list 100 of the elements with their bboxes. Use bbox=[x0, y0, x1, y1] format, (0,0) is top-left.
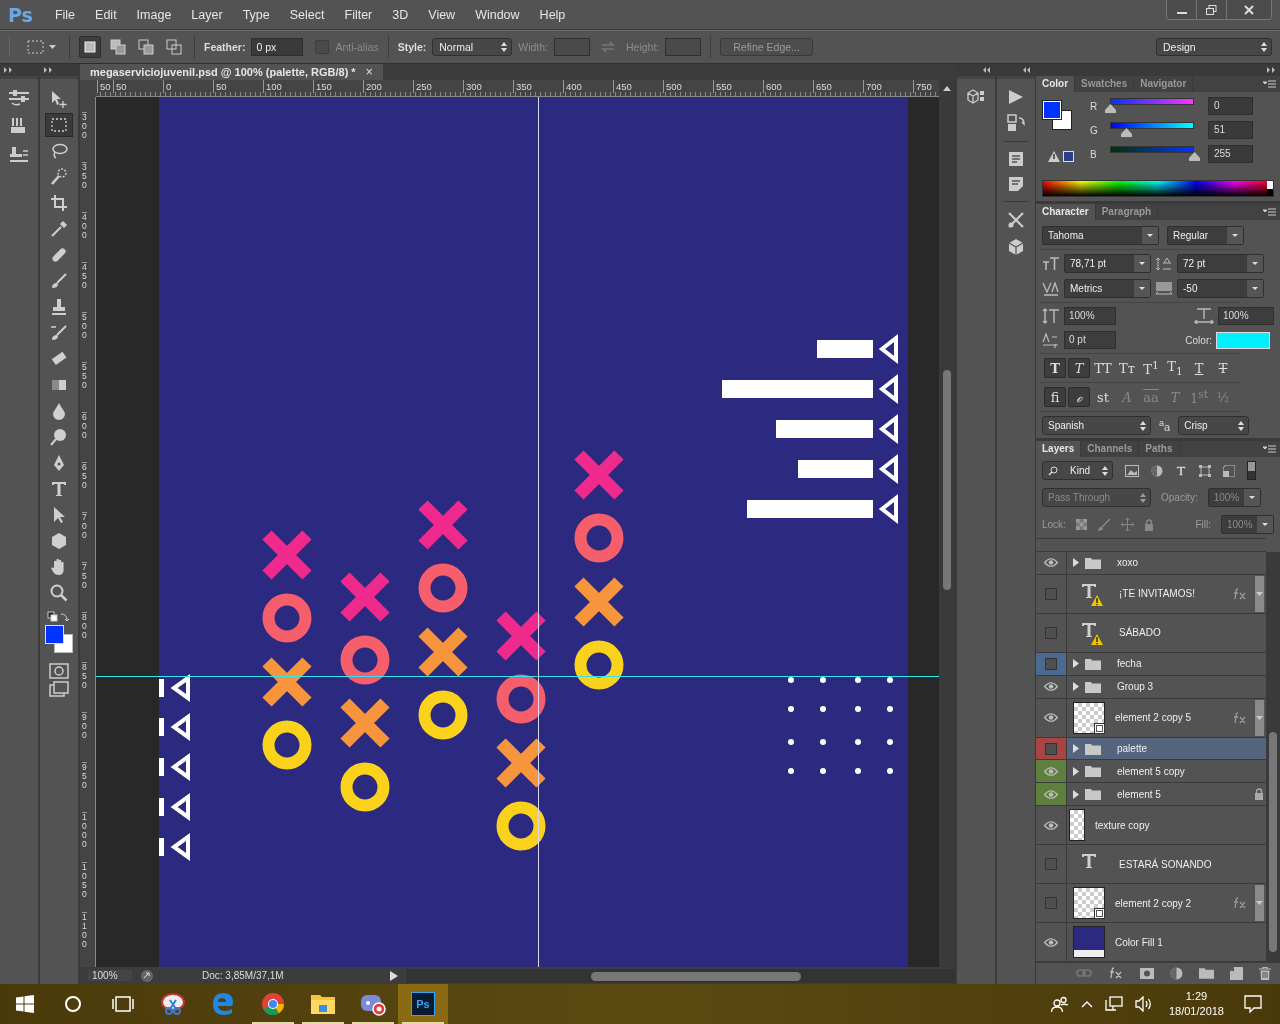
menu-item[interactable]: Layer bbox=[181, 7, 233, 22]
vertical-scale-field[interactable]: 100% bbox=[1064, 307, 1116, 325]
layer-row[interactable]: palette bbox=[1036, 737, 1266, 761]
filter-kind-dropdown[interactable]: Kind bbox=[1042, 461, 1113, 480]
type-style-button[interactable]: T bbox=[1068, 358, 1090, 378]
style-dropdown[interactable]: Normal bbox=[432, 38, 513, 56]
menu-item[interactable]: Filter bbox=[334, 7, 383, 22]
type-style-button[interactable]: T$_{1}$ bbox=[1164, 358, 1186, 378]
layer-name: Group 3 bbox=[1117, 681, 1154, 693]
opentype-feature-button[interactable]: st bbox=[1092, 387, 1114, 407]
leading-dropdown[interactable]: 72 pt bbox=[1177, 254, 1264, 273]
anti-alias-dropdown[interactable]: Crisp bbox=[1178, 416, 1250, 435]
color-label: Color: bbox=[1185, 334, 1212, 346]
type-style-button[interactable]: TT bbox=[1092, 358, 1114, 378]
layer-name: element 2 copy 5 bbox=[1115, 712, 1192, 724]
ruler-label: 700 bbox=[82, 512, 87, 540]
ruler-label: 500 bbox=[82, 312, 87, 340]
layer-row[interactable]: SÁBADO bbox=[1036, 613, 1266, 653]
panel-tab[interactable]: Paths bbox=[1139, 441, 1180, 457]
baseline-shift-field[interactable]: 0 pt bbox=[1064, 331, 1116, 349]
layer-name: fecha bbox=[1117, 658, 1142, 670]
layer-name: element 5 bbox=[1117, 788, 1161, 800]
type-style-button[interactable]: T bbox=[1188, 358, 1210, 378]
menu-item[interactable]: View bbox=[418, 7, 466, 22]
channel-value-field[interactable]: 0 bbox=[1208, 97, 1253, 115]
kerning-dropdown[interactable]: Metrics bbox=[1064, 279, 1151, 298]
feather-field[interactable]: 0 px bbox=[251, 38, 304, 56]
clock-date[interactable]: 18/01/2018 bbox=[1168, 1004, 1224, 1019]
ruler-label: 350 bbox=[513, 80, 532, 93]
panel-tab[interactable]: Channels bbox=[1081, 441, 1140, 457]
type-style-button[interactable]: T$^{1}$ bbox=[1140, 358, 1162, 378]
panel-tab[interactable]: Layers bbox=[1036, 441, 1082, 457]
menu-item[interactable]: Select bbox=[279, 7, 335, 22]
close-tab-button[interactable]: × bbox=[365, 65, 373, 79]
font-size-dropdown[interactable]: 78,71 pt bbox=[1064, 254, 1151, 273]
document-tab[interactable]: megaserviciojuvenil.psd @ 100% (palette, RGB/8) * × bbox=[80, 64, 383, 80]
ruler-label: 700 bbox=[863, 80, 882, 93]
menu-item[interactable]: Type bbox=[232, 7, 280, 22]
taskbar-app-button[interactable]: Ps bbox=[398, 984, 448, 1024]
layer-row[interactable]: texture copy bbox=[1036, 806, 1266, 846]
menu-item[interactable]: File bbox=[44, 7, 86, 22]
menu-item[interactable]: Help bbox=[529, 7, 576, 22]
ruler-label: 1100 bbox=[82, 912, 87, 949]
font-family-dropdown[interactable]: Tahoma bbox=[1042, 226, 1159, 245]
layer-row[interactable]: ESTARÁ SONANDO bbox=[1036, 845, 1266, 885]
panel-tab[interactable]: Paragraph bbox=[1095, 204, 1159, 220]
layer-row[interactable]: fecha bbox=[1036, 652, 1266, 676]
layer-row[interactable]: element 2 copy 5 bbox=[1036, 698, 1266, 738]
layer-row[interactable]: Group 3 bbox=[1036, 675, 1266, 699]
panel-tab[interactable]: Color bbox=[1036, 76, 1076, 92]
menu-item[interactable]: 3D bbox=[382, 7, 419, 22]
menu-item[interactable]: Edit bbox=[85, 7, 127, 22]
panel-tab[interactable]: Swatches bbox=[1075, 76, 1135, 92]
layer-name: texture copy bbox=[1095, 819, 1150, 831]
menu-item[interactable]: Image bbox=[126, 7, 182, 22]
channel-value-field[interactable]: 255 bbox=[1208, 145, 1253, 163]
layer-row[interactable]: element 2 copy 2 bbox=[1036, 884, 1266, 924]
channel-value-field[interactable]: 51 bbox=[1208, 121, 1253, 139]
ruler-label: 850 bbox=[82, 662, 87, 690]
menu-item[interactable]: Window bbox=[465, 7, 530, 22]
type-style-button[interactable]: T bbox=[1212, 358, 1234, 378]
ruler-label: 150 bbox=[313, 80, 332, 93]
ruler-label: 250 bbox=[413, 80, 432, 93]
ruler-label: 50 bbox=[97, 80, 111, 93]
type-style-button[interactable]: T bbox=[1044, 358, 1066, 378]
layer-name: Color Fill 1 bbox=[1115, 936, 1163, 948]
feather-label: Feather: bbox=[204, 41, 246, 53]
ruler-label: 600 bbox=[763, 80, 782, 93]
opacity-label: Opacity: bbox=[1161, 492, 1198, 503]
layer-row[interactable]: element 5 bbox=[1036, 783, 1266, 807]
width-label: Width: bbox=[518, 41, 548, 53]
document-title: megaserviciojuvenil.psd @ 100% (palette, RGB/8) * bbox=[90, 66, 356, 78]
layer-name: ¡TE INVITAMOS! bbox=[1119, 588, 1195, 600]
language-dropdown[interactable]: Spanish bbox=[1042, 416, 1151, 435]
layer-row[interactable]: xoxo bbox=[1036, 552, 1266, 575]
layer-row[interactable]: ¡TE INVITAMOS! bbox=[1036, 574, 1266, 614]
ruler-label: 550 bbox=[713, 80, 732, 93]
ruler-label: 50 bbox=[113, 80, 127, 93]
clock-time[interactable]: 1:29 bbox=[1185, 989, 1208, 1004]
type-style-button[interactable]: Tᴛ bbox=[1116, 358, 1138, 378]
font-style-dropdown[interactable]: Regular bbox=[1167, 226, 1244, 245]
layer-row[interactable]: element 5 copy bbox=[1036, 760, 1266, 784]
channel-label: B bbox=[1090, 148, 1098, 160]
horizontal-scale-field[interactable]: 100% bbox=[1218, 307, 1274, 325]
ruler-label: 200 bbox=[363, 80, 382, 93]
ruler-label: 800 bbox=[82, 612, 87, 640]
style-label: Style: bbox=[397, 41, 427, 53]
layer-row[interactable]: Color Fill 1 bbox=[1036, 923, 1266, 962]
layer-name: SÁBADO bbox=[1119, 627, 1161, 639]
zoom-field[interactable]: 100% bbox=[88, 970, 132, 981]
workspace-dropdown[interactable]: Design bbox=[1156, 38, 1272, 56]
panel-tab[interactable]: Navigator bbox=[1134, 76, 1194, 92]
ruler-label: 600 bbox=[82, 412, 87, 440]
ruler-label: 550 bbox=[82, 362, 87, 390]
opentype-feature-button[interactable]: fi bbox=[1044, 387, 1066, 407]
opentype-feature-button[interactable]: ℴ bbox=[1068, 387, 1090, 407]
tracking-dropdown[interactable]: -50 bbox=[1177, 279, 1264, 298]
panel-tab[interactable]: Character bbox=[1036, 204, 1096, 220]
ruler-label: 50 bbox=[213, 80, 227, 93]
ruler-label: 450 bbox=[613, 80, 632, 93]
